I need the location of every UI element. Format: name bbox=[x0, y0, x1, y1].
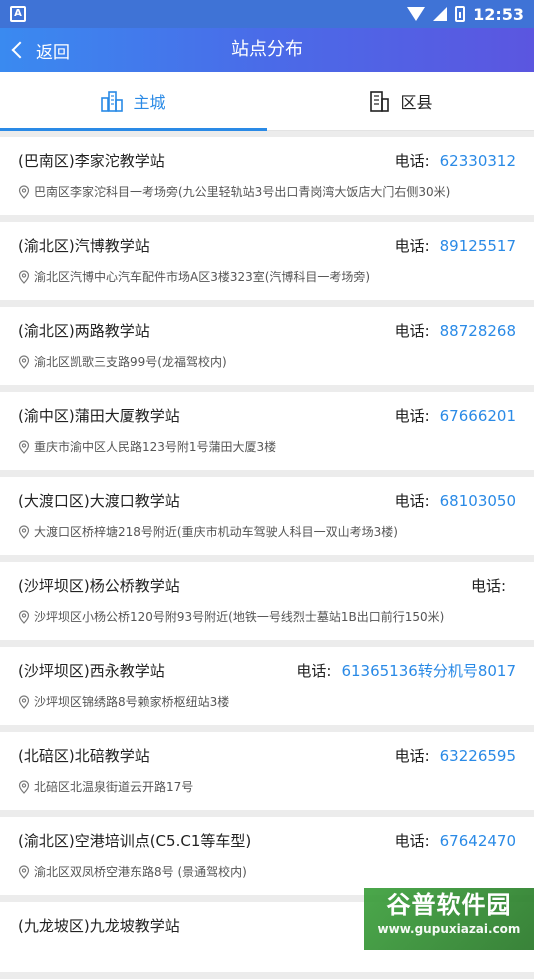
station-phone: 电话: 88728268 bbox=[395, 320, 516, 341]
station-phone: 电话: 68103050 bbox=[395, 490, 516, 511]
location-pin-icon bbox=[18, 694, 30, 709]
station-phone: 电话: bbox=[471, 575, 516, 596]
phone-label: 电话: bbox=[470, 577, 506, 595]
station-address: 北碚区北温泉街道云开路17号 bbox=[18, 778, 193, 795]
app-bar: 返回 站点分布 bbox=[0, 28, 534, 72]
station-address: 重庆市渝中区人民路123号附1号蒲田大厦3楼 bbox=[18, 438, 276, 455]
phone-label: 电话: bbox=[394, 407, 430, 425]
address-text: 渝北区凯歌三支路99号(龙福驾校内) bbox=[34, 355, 227, 369]
tab-main-city-label: 主城 bbox=[133, 93, 166, 112]
station-address: 巴南区李家沱科目一考场旁(九公里轻轨站3号出口青岗湾大饭店大门右侧30米) bbox=[18, 183, 450, 200]
list-item[interactable]: (渝北区)空港培训点(C5.C1等车型) 电话: 67642470 渝北区双凤桥空… bbox=[0, 817, 534, 895]
location-pin-icon bbox=[18, 524, 30, 539]
address-text: 沙坪坝区小杨公桥120号附93号附近(地铁一号线烈士墓站1B出口前行150米) bbox=[34, 610, 445, 624]
tab-main-city[interactable]: 主城 bbox=[0, 72, 267, 130]
station-address: 沙坪坝区锦绣路8号赖家桥枢纽站3楼 bbox=[18, 693, 229, 710]
city-buildings-icon bbox=[101, 90, 124, 112]
phone-number-link[interactable]: 62330312 bbox=[440, 152, 516, 170]
address-text: 北碚区北温泉街道云开路17号 bbox=[34, 780, 194, 794]
battery-icon bbox=[455, 6, 466, 22]
list-item[interactable]: (巴南区)李家沱教学站 电话: 62330312 巴南区李家沱科目一考场旁(九公里… bbox=[0, 137, 534, 215]
station-name: (沙坪坝区)西永教学站 bbox=[18, 662, 165, 680]
address-text: 重庆市渝中区人民路123号附1号蒲田大厦3楼 bbox=[34, 440, 277, 454]
watermark-title: 谷普软件园 bbox=[386, 891, 512, 919]
cellular-signal-icon bbox=[433, 7, 448, 21]
station-phone: 电话: 63226595 bbox=[395, 745, 516, 766]
station-name: (沙坪坝区)杨公桥教学站 bbox=[18, 577, 180, 595]
phone-number-link[interactable]: 61365136转分机号8017 bbox=[341, 662, 516, 680]
list-item[interactable]: (沙坪坝区)杨公桥教学站 电话: 沙坪坝区小杨公桥120号附93号附近(地铁一号… bbox=[0, 562, 534, 640]
phone-number-link[interactable]: 89125517 bbox=[440, 237, 516, 255]
notification-app-icon: A bbox=[10, 6, 26, 22]
location-pin-icon bbox=[18, 609, 30, 624]
phone-label: 电话: bbox=[394, 492, 430, 510]
page-title: 站点分布 bbox=[231, 39, 303, 60]
phone-label: 电话: bbox=[394, 832, 430, 850]
station-name: (巴南区)李家沱教学站 bbox=[18, 152, 165, 170]
station-phone: 电话: 67642470 bbox=[395, 830, 516, 851]
phone-label: 电话: bbox=[394, 152, 430, 170]
active-tab-indicator bbox=[0, 128, 267, 131]
list-item[interactable]: (大渡口区)大渡口教学站 电话: 68103050 大渡口区桥梓塘218号附近(重… bbox=[0, 477, 534, 555]
station-list[interactable]: (巴南区)李家沱教学站 电话: 62330312 巴南区李家沱科目一考场旁(九公里… bbox=[0, 137, 534, 979]
location-pin-icon bbox=[18, 779, 30, 794]
tab-districts-label: 区县 bbox=[400, 93, 433, 112]
phone-number-link[interactable]: 88728268 bbox=[440, 322, 516, 340]
station-address: 沙坪坝区小杨公桥120号附93号附近(地铁一号线烈士墓站1B出口前行150米) bbox=[18, 608, 444, 625]
address-text: 渝北区双凤桥空港东路8号 (景通驾校内) bbox=[34, 865, 247, 879]
status-right: 12:53 bbox=[407, 4, 524, 24]
phone-number-link[interactable]: 68103050 bbox=[440, 492, 516, 510]
wifi-icon bbox=[407, 7, 426, 21]
clock: 12:53 bbox=[473, 4, 524, 24]
station-name: (渝中区)蒲田大厦教学站 bbox=[18, 407, 180, 425]
station-name: (大渡口区)大渡口教学站 bbox=[18, 492, 180, 510]
station-phone: 电话: 62330312 bbox=[395, 150, 516, 171]
location-pin-icon bbox=[18, 184, 30, 199]
phone-label: 电话: bbox=[394, 747, 430, 765]
address-text: 大渡口区桥梓塘218号附近(重庆市机动车驾驶人科目一双山考场3楼) bbox=[34, 525, 398, 539]
phone-number-link[interactable]: 67642470 bbox=[440, 832, 516, 850]
station-address: 渝北区双凤桥空港东路8号 (景通驾校内) bbox=[18, 863, 247, 880]
location-pin-icon bbox=[18, 354, 30, 369]
address-text: 沙坪坝区锦绣路8号赖家桥枢纽站3楼 bbox=[34, 695, 230, 709]
station-name: (北碚区)北碚教学站 bbox=[18, 747, 150, 765]
station-address: 渝北区凯歌三支路99号(龙福驾校内) bbox=[18, 353, 227, 370]
phone-number-link[interactable]: 63226595 bbox=[440, 747, 516, 765]
location-pin-icon bbox=[18, 269, 30, 284]
tab-districts[interactable]: 区县 bbox=[267, 72, 534, 130]
address-text: 巴南区李家沱科目一考场旁(九公里轻轨站3号出口青岗湾大饭店大门右侧30米) bbox=[34, 185, 451, 199]
office-building-icon bbox=[368, 90, 390, 112]
station-name: (九龙坡区)九龙坡教学站 bbox=[18, 917, 180, 935]
list-item[interactable]: (北碚区)北碚教学站 电话: 63226595 北碚区北温泉街道云开路17号 bbox=[0, 732, 534, 810]
tab-bar: 主城 区县 bbox=[0, 72, 534, 131]
location-pin-icon bbox=[18, 864, 30, 879]
list-item[interactable]: (渝中区)蒲田大厦教学站 电话: 67666201 重庆市渝中区人民路123号附1… bbox=[0, 392, 534, 470]
phone-label: 电话: bbox=[394, 322, 430, 340]
phone-label: 电话: bbox=[296, 662, 332, 680]
station-name: (渝北区)两路教学站 bbox=[18, 322, 150, 340]
station-name: (渝北区)汽博教学站 bbox=[18, 237, 150, 255]
phone-number-link[interactable]: 67666201 bbox=[440, 407, 516, 425]
list-item[interactable]: (沙坪坝区)西永教学站 电话: 61365136转分机号8017 沙坪坝区锦绣路8… bbox=[0, 647, 534, 725]
location-pin-icon bbox=[18, 439, 30, 454]
list-item[interactable]: (渝北区)汽博教学站 电话: 89125517 渝北区汽博中心汽车配件市场A区3楼… bbox=[0, 222, 534, 300]
list-item[interactable]: (渝北区)两路教学站 电话: 88728268 渝北区凯歌三支路99号(龙福驾校内… bbox=[0, 307, 534, 385]
station-address: 大渡口区桥梓塘218号附近(重庆市机动车驾驶人科目一双山考场3楼) bbox=[18, 523, 398, 540]
station-address: 渝北区汽博中心汽车配件市场A区3楼323室(汽博科目一考场旁) bbox=[18, 268, 370, 285]
phone-label: 电话: bbox=[394, 237, 430, 255]
watermark-url: www.gupuxiazai.com bbox=[377, 922, 521, 936]
watermark-logo: 谷普软件园 www.gupuxiazai.com bbox=[364, 888, 534, 950]
station-name: (渝北区)空港培训点(C5.C1等车型) bbox=[18, 832, 252, 850]
station-phone: 电话: 89125517 bbox=[395, 235, 516, 256]
status-bar: A 12:53 bbox=[0, 0, 534, 28]
station-phone: 电话: 61365136转分机号8017 bbox=[296, 660, 516, 681]
station-phone: 电话: 67666201 bbox=[395, 405, 516, 426]
address-text: 渝北区汽博中心汽车配件市场A区3楼323室(汽博科目一考场旁) bbox=[34, 270, 371, 284]
